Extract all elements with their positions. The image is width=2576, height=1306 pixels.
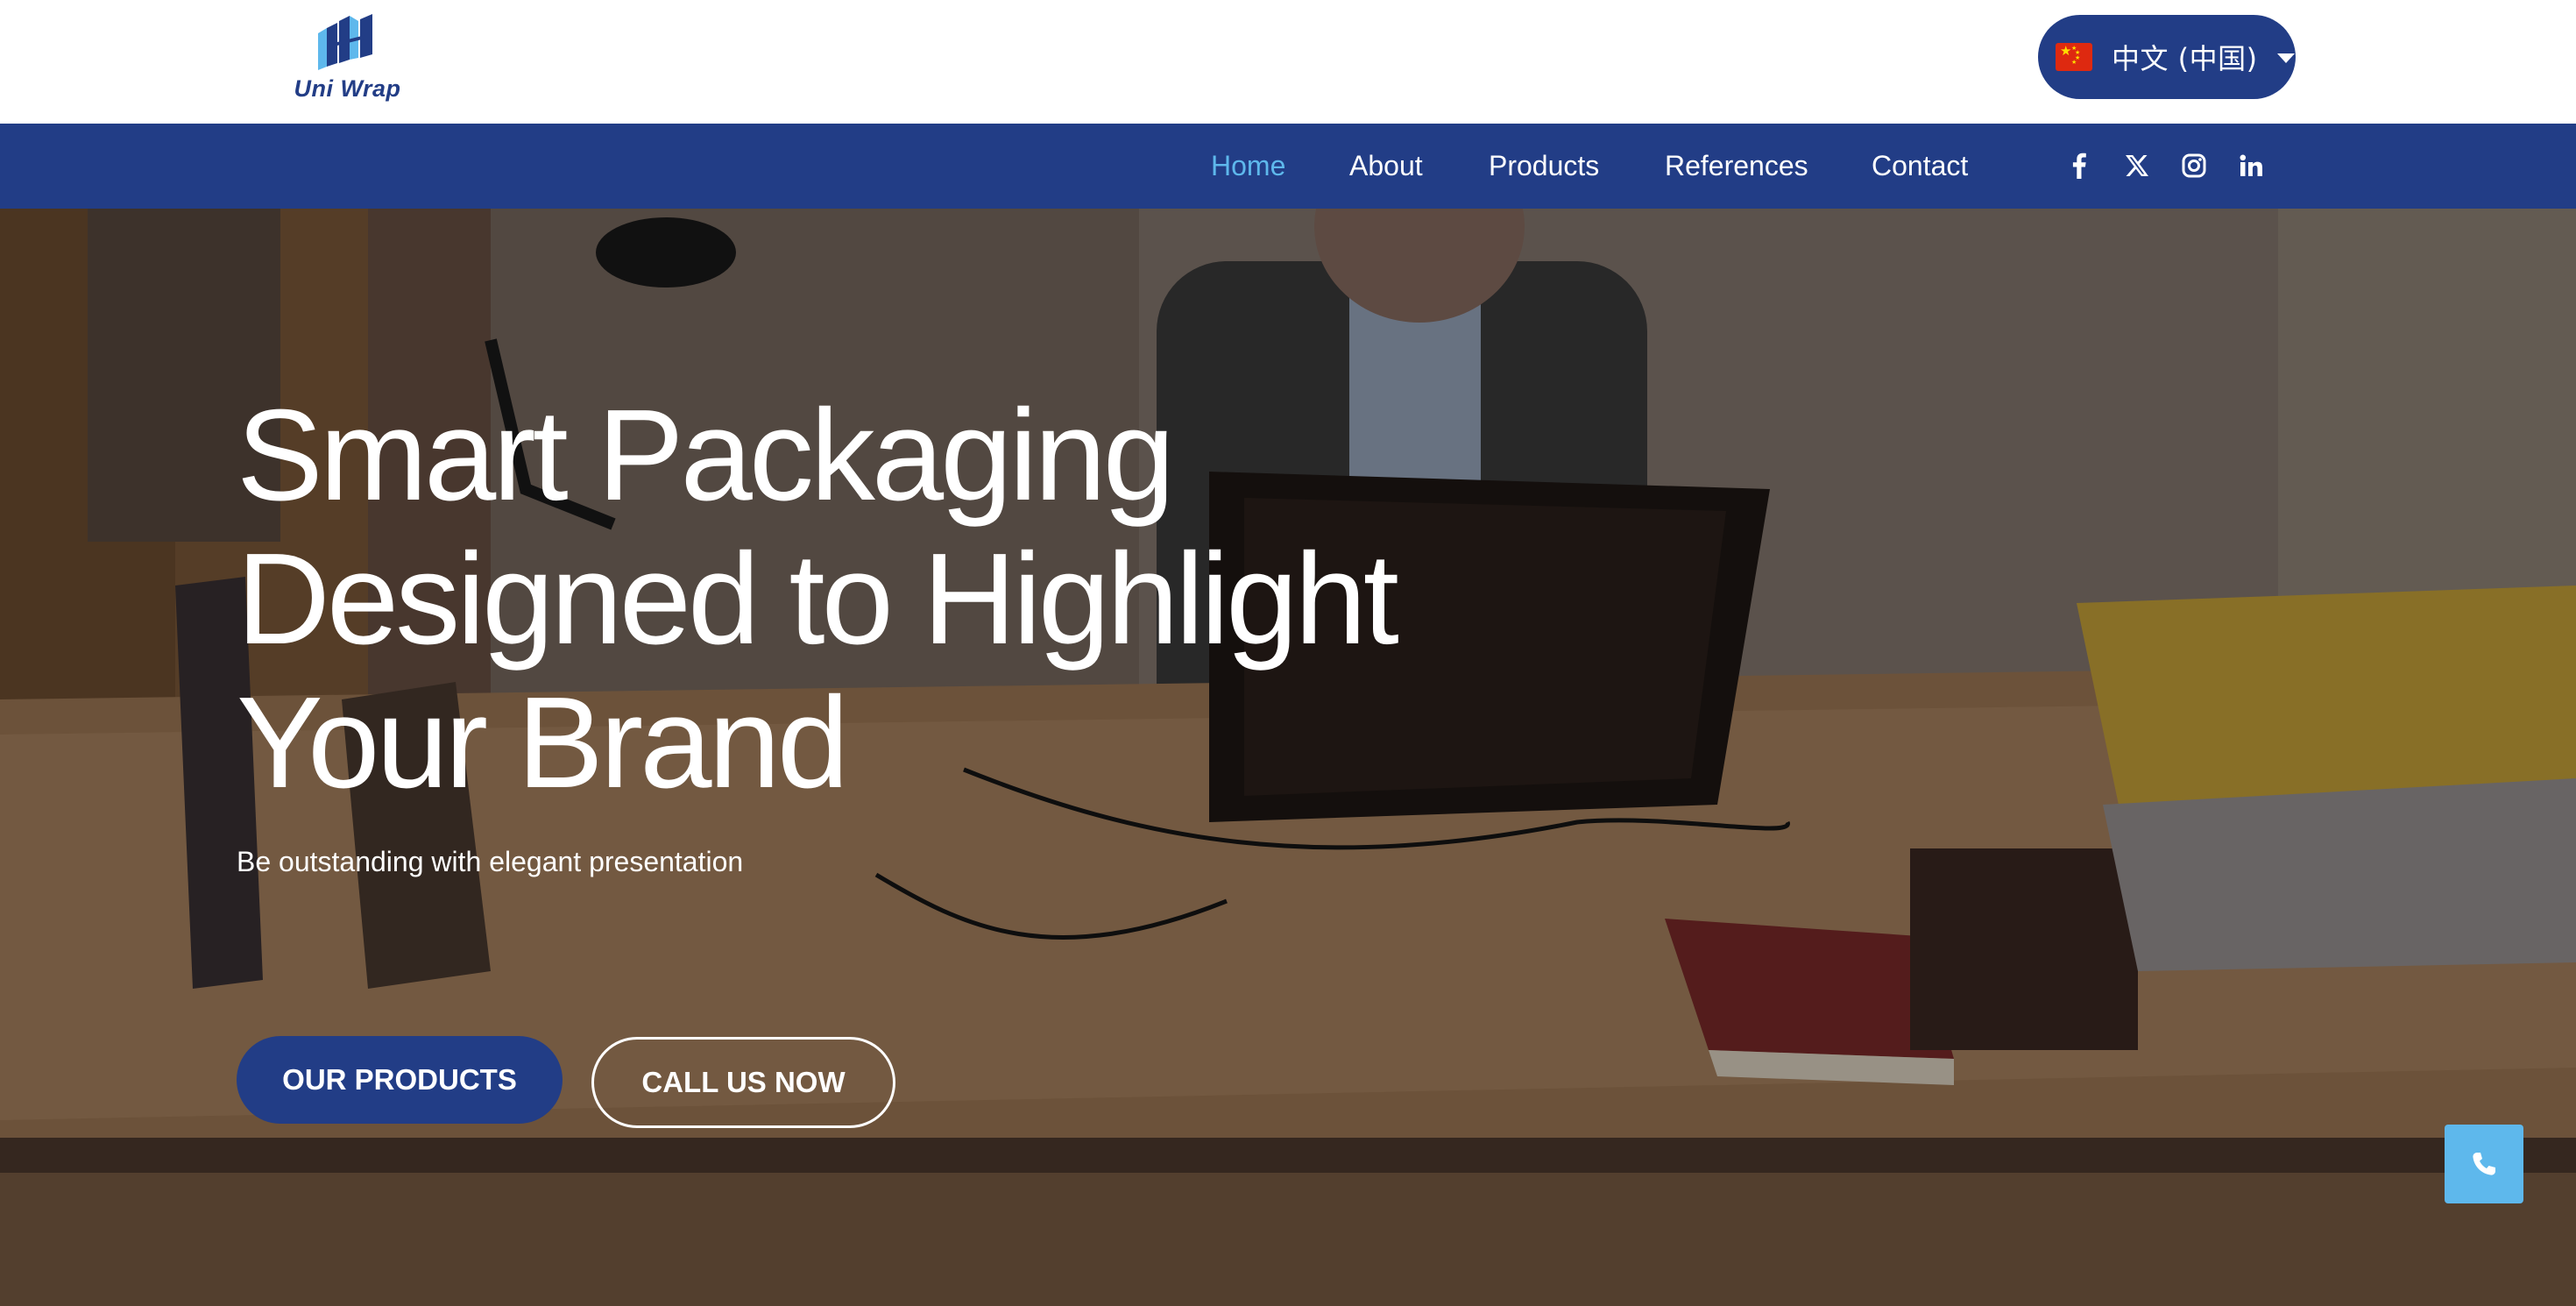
chevron-down-icon xyxy=(2276,53,2295,63)
nav-item-home[interactable]: Home xyxy=(1211,124,1285,209)
hero-title-line: Designed to Highlight xyxy=(237,527,1399,671)
phone-icon xyxy=(2473,1153,2495,1175)
nav-item-contact[interactable]: Contact xyxy=(1872,124,1968,209)
language-label: 中文 (中国) xyxy=(2112,42,2258,75)
x-icon[interactable] xyxy=(2121,150,2153,181)
site-logo[interactable]: Uni Wrap xyxy=(293,12,402,109)
hero-section: Smart Packaging Designed to Highlight Yo… xyxy=(0,209,2576,1306)
nav-item-products[interactable]: Products xyxy=(1489,124,1599,209)
facebook-icon[interactable] xyxy=(2063,150,2095,181)
language-selector[interactable]: ★ ★ ★ ★ ★ 中文 (中国) xyxy=(2038,15,2296,99)
hero-title-line: Smart Packaging xyxy=(237,383,1175,528)
hero-title-line: Your Brand xyxy=(237,671,849,815)
top-header: Uni Wrap ★ ★ ★ ★ ★ 中文 (中国) xyxy=(0,0,2576,124)
hero-subtitle: Be outstanding with elegant presentation xyxy=(237,846,744,877)
floating-phone-button[interactable] xyxy=(2445,1125,2523,1203)
main-navigation: Home About Products References Contact xyxy=(0,124,2576,209)
nav-item-about[interactable]: About xyxy=(1349,124,1423,209)
instagram-icon[interactable] xyxy=(2178,150,2210,181)
logo-text: Uni Wrap xyxy=(294,75,401,102)
logo-mark-icon xyxy=(318,14,372,70)
our-products-button[interactable]: OUR PRODUCTS xyxy=(237,1036,563,1124)
nav-item-references[interactable]: References xyxy=(1665,124,1808,209)
china-flag-icon: ★ ★ ★ ★ ★ xyxy=(2056,43,2092,71)
call-us-now-button[interactable]: CALL US NOW xyxy=(591,1037,895,1128)
linkedin-icon[interactable] xyxy=(2235,150,2267,181)
hero-title: Smart Packaging Designed to Highlight Yo… xyxy=(237,384,1551,815)
